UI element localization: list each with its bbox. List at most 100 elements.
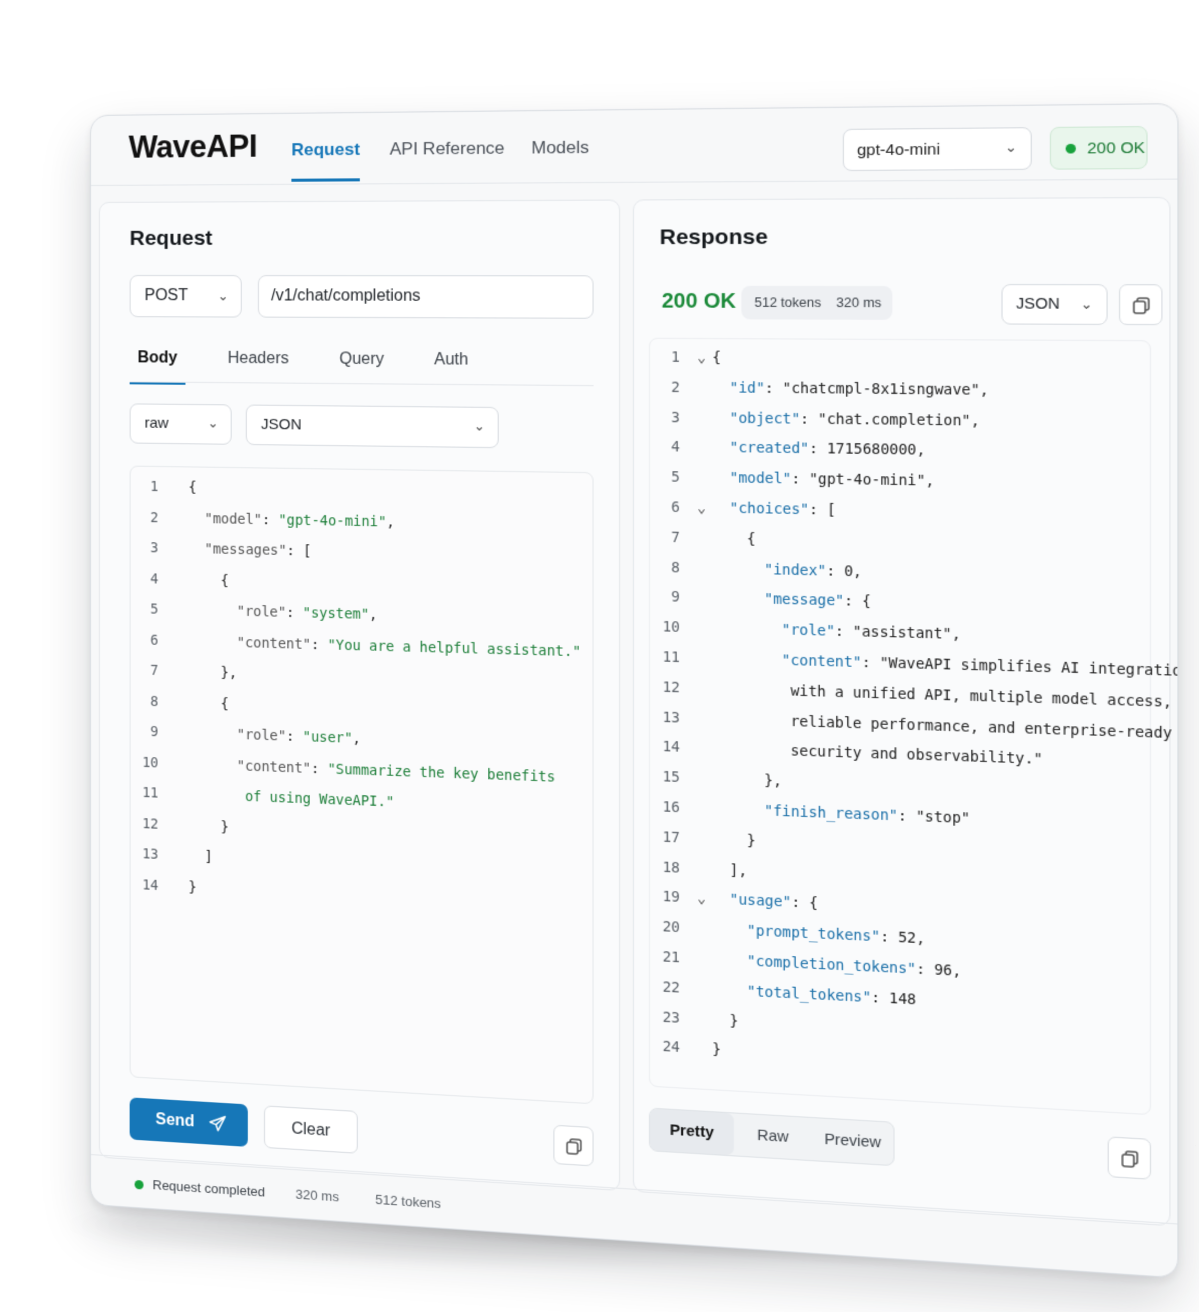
send-button[interactable]: Send xyxy=(129,1097,248,1147)
fold-chevron-icon[interactable]: ⌄ xyxy=(697,349,712,366)
code-line: 1{ xyxy=(131,479,196,502)
code-token: : xyxy=(286,604,303,622)
view-preview[interactable]: Preview xyxy=(812,1118,893,1165)
code-content: } xyxy=(712,831,756,850)
code-token: } xyxy=(746,832,756,850)
nav-tab-api-reference[interactable]: API Reference xyxy=(390,138,505,178)
tab-body[interactable]: Body xyxy=(129,349,186,385)
code-token: : xyxy=(310,636,328,653)
clear-button[interactable]: Clear xyxy=(264,1105,358,1154)
code-token: "stop" xyxy=(915,808,971,828)
copy-icon xyxy=(1132,296,1153,315)
code-token: : xyxy=(897,807,916,826)
code-token: "total_tokens" xyxy=(746,983,872,1007)
status-dot-icon xyxy=(1065,143,1076,154)
line-number: 10 xyxy=(662,619,680,637)
copy-response-bottom-button[interactable] xyxy=(1107,1136,1152,1180)
code-content: of using WaveAPI." xyxy=(188,787,394,811)
code-token: ], xyxy=(729,861,748,880)
code-line: 11 of using WaveAPI." xyxy=(131,784,394,817)
endpoint-input[interactable]: /v1/chat/completions xyxy=(257,275,594,319)
fold-gutter xyxy=(174,860,188,861)
fold-gutter xyxy=(174,829,188,830)
code-token: : 1715680000, xyxy=(809,440,926,460)
code-token: } xyxy=(712,1041,722,1059)
copy-icon xyxy=(565,1137,584,1157)
line-number: 7 xyxy=(150,662,159,680)
line-number: 22 xyxy=(662,978,680,997)
response-meta: 512 tokens 320 ms xyxy=(741,285,893,320)
line-number: 9 xyxy=(150,723,159,741)
body-format-value: JSON xyxy=(260,415,302,434)
code-token: with a unified API, multiple model acces… xyxy=(781,682,1173,711)
nav-tab-models[interactable]: Models xyxy=(531,138,589,178)
model-select[interactable]: gpt-4o-mini ⌄ xyxy=(842,127,1032,172)
line-number: 11 xyxy=(142,784,159,802)
code-token: "model" xyxy=(204,510,262,528)
code-token: "content" xyxy=(781,652,862,672)
copy-request-button[interactable] xyxy=(553,1124,594,1167)
code-line: 10 "role": "assistant", xyxy=(650,619,961,650)
response-time: 320 ms xyxy=(836,295,882,311)
response-status: 200 OK xyxy=(661,289,736,314)
code-content: "content": "WaveAPI simplifies AI integr… xyxy=(712,650,1179,680)
code-line: 17} xyxy=(650,829,756,856)
fold-gutter xyxy=(697,813,712,814)
method-select[interactable]: POST ⌄ xyxy=(129,275,242,318)
response-format-select[interactable]: JSON ⌄ xyxy=(1001,284,1108,325)
code-token: reliable performance, and enterprise-rea… xyxy=(781,712,1173,742)
code-content: "role": "system", xyxy=(188,602,378,624)
code-token: : xyxy=(310,760,328,778)
fold-gutter xyxy=(697,843,712,844)
code-line: 4 "created": 1715680000, xyxy=(650,439,925,466)
code-token: ] xyxy=(204,848,213,866)
line-number: 12 xyxy=(662,679,680,697)
line-number: 16 xyxy=(662,799,680,817)
code-content: "created": 1715680000, xyxy=(712,440,926,460)
code-token: : { xyxy=(791,894,818,913)
code-token: "role" xyxy=(781,622,835,641)
view-pretty[interactable]: Pretty xyxy=(649,1108,734,1156)
code-token: }, xyxy=(764,772,782,790)
code-token: "messages" xyxy=(204,541,287,560)
code-line: 2 "model": "gpt-4o-mini", xyxy=(131,509,395,536)
code-content: with a unified API, multiple model acces… xyxy=(712,681,1172,711)
code-content: "model": "gpt-4o-mini", xyxy=(712,470,935,490)
code-token: "index" xyxy=(764,561,827,580)
status-badge: 200 OK xyxy=(1049,126,1148,170)
fold-chevron-icon[interactable]: ⌄ xyxy=(697,890,712,907)
code-token: : xyxy=(764,380,783,397)
code-token: "You are a helpful assistant." xyxy=(327,636,582,660)
line-number: 20 xyxy=(662,918,680,937)
request-body-editor[interactable]: 1{2 "model": "gpt-4o-mini", 3 "messages": [… xyxy=(129,465,594,1105)
line-number: 2 xyxy=(150,509,159,526)
nav-tab-request[interactable]: Request xyxy=(291,139,360,182)
tab-query[interactable]: Query xyxy=(339,350,384,383)
code-line: 13] xyxy=(131,846,213,872)
code-content: ] xyxy=(188,848,213,866)
code-content: "finish_reason": "stop" xyxy=(712,801,971,828)
code-content: { xyxy=(712,350,721,367)
fold-chevron-icon[interactable]: ⌄ xyxy=(697,500,712,517)
code-token: , xyxy=(925,472,935,490)
code-content: } xyxy=(188,817,229,835)
view-raw[interactable]: Raw xyxy=(734,1113,812,1160)
code-token: of using WaveAPI." xyxy=(236,788,395,811)
body-format-select[interactable]: JSON ⌄ xyxy=(245,404,499,449)
copy-response-button[interactable] xyxy=(1119,284,1163,326)
body-mode-select[interactable]: raw ⌄ xyxy=(129,403,232,445)
tab-auth[interactable]: Auth xyxy=(434,351,468,384)
code-token: security and observability." xyxy=(781,742,1043,769)
request-panel: Request POST ⌄ /v1/chat/completions Body… xyxy=(98,199,621,1191)
code-content: security and observability." xyxy=(712,741,1043,769)
body-mode-value: raw xyxy=(144,414,169,432)
response-body-viewer[interactable]: 1 ⌄{2 "id": "chatcmpl-8x1isngwave", 3 "objec… xyxy=(648,337,1179,1116)
code-token: : xyxy=(261,511,279,528)
code-token: "finish_reason" xyxy=(764,802,898,825)
line-number: 2 xyxy=(671,379,680,397)
status-message: Request completed xyxy=(152,1177,266,1200)
tab-headers[interactable]: Headers xyxy=(228,350,289,383)
fold-gutter xyxy=(697,873,712,874)
code-content: "messages": [ xyxy=(188,541,312,560)
code-token: , xyxy=(951,626,961,644)
